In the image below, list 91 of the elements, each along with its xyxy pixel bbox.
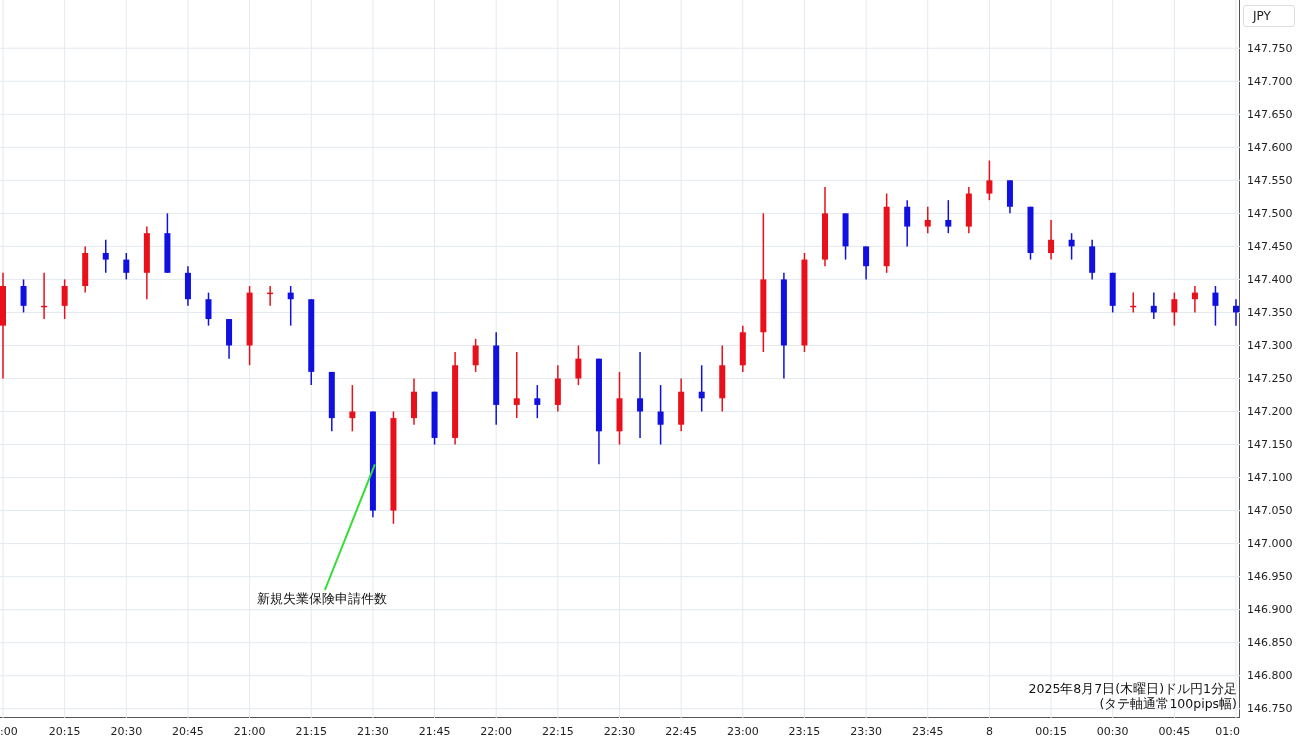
candlestick (1048, 219, 1055, 261)
y-axis-label: 146.950 (1247, 570, 1293, 584)
candlestick (1089, 239, 1096, 281)
candlestick (719, 344, 726, 413)
x-axis-label: 23:00 (726, 725, 759, 738)
candlestick (328, 371, 335, 433)
candlestick (1006, 179, 1013, 215)
candlestick (678, 377, 685, 433)
y-axis-label: 147.150 (1247, 438, 1293, 452)
x-axis-label: 21:15 (295, 725, 328, 738)
x-axis-label: 01:0 (1215, 725, 1240, 738)
candlestick (1233, 298, 1239, 327)
y-axis-label: 147.400 (1247, 272, 1293, 286)
candlestick (739, 324, 746, 373)
candlestick (534, 384, 541, 419)
x-axis-label: 23:45 (911, 725, 944, 738)
y-axis-label: 146.750 (1247, 702, 1293, 716)
y-axis-label: 147.200 (1247, 405, 1293, 418)
candlestick (842, 212, 849, 261)
x-axis-label: :00 (0, 725, 18, 738)
candlestick (82, 245, 89, 294)
candlestick (554, 364, 561, 413)
candlestick (904, 199, 911, 248)
candlestick (61, 278, 68, 320)
candlestick (513, 351, 520, 419)
y-axis-label: 147.250 (1247, 372, 1293, 385)
y-axis-label: 147.500 (1247, 206, 1293, 220)
x-axis-label: 00:30 (1096, 725, 1129, 738)
candlestick (411, 377, 417, 426)
candlestick (226, 318, 233, 360)
candlestick (1191, 285, 1198, 314)
candlestick (267, 285, 274, 307)
candlestick (184, 265, 191, 307)
y-axis-label: 147.750 (1247, 41, 1293, 55)
x-axis-label: 20:30 (110, 725, 143, 738)
candlestick (698, 364, 705, 413)
candlestick (102, 239, 109, 274)
candlestick (1212, 285, 1219, 327)
x-axis-label: 8 (985, 725, 993, 738)
x-axis-label: 21:45 (418, 725, 451, 738)
x-axis-label: 21:00 (233, 725, 266, 738)
x-axis-label: 22:15 (542, 725, 574, 738)
y-axis-label: 147.000 (1247, 537, 1293, 551)
chart-caption: (タテ軸通常100pips幅) (1098, 696, 1237, 711)
candlestick (863, 245, 870, 281)
y-axis-label: 147.450 (1247, 239, 1293, 253)
candlestick (1171, 291, 1178, 327)
candlestick (164, 212, 171, 274)
candlestick (924, 206, 931, 234)
chart-caption: 2025年8月7日(木曜日)ドル円1分足 (1028, 681, 1237, 696)
candlestick (965, 186, 972, 234)
y-axis-label: 147.700 (1247, 74, 1293, 88)
candlestick (205, 291, 212, 327)
x-axis-label: 20:45 (172, 725, 204, 738)
candlestick (1109, 272, 1116, 314)
candlestick (349, 384, 356, 433)
x-axis-label: 00:45 (1158, 725, 1191, 738)
x-axis-label: 20:15 (48, 725, 81, 738)
y-axis-label: 147.050 (1247, 504, 1293, 518)
y-axis-label: 147.350 (1247, 305, 1293, 319)
y-axis-label: 146.850 (1247, 636, 1293, 650)
x-axis-label: 22:00 (480, 725, 513, 738)
y-axis-label: 147.300 (1247, 338, 1293, 352)
y-axis-label: 147.550 (1247, 173, 1293, 187)
candlestick (41, 272, 48, 320)
candlestick (287, 285, 294, 327)
candlestick (20, 278, 27, 314)
currency-button[interactable]: JPY (1243, 5, 1295, 27)
candlestick (1130, 291, 1137, 314)
candlestick (1027, 206, 1034, 261)
candlestick (986, 159, 993, 201)
candlestick (1068, 232, 1075, 261)
y-axis-label: 146.800 (1247, 669, 1293, 683)
y-axis-label: 147.600 (1247, 140, 1293, 154)
candlestick (123, 252, 130, 281)
y-axis-label: 147.650 (1247, 107, 1293, 121)
candlestick (472, 338, 479, 373)
candlestick (575, 344, 582, 386)
x-axis-label: 22:45 (665, 725, 697, 738)
y-axis-label: 146.900 (1247, 603, 1293, 617)
x-axis-label: 00:15 (1035, 725, 1067, 738)
x-axis-label: 23:30 (850, 725, 882, 738)
x-axis-label: 22:30 (603, 725, 636, 738)
candlestick (1150, 291, 1157, 320)
x-axis-label: 21:30 (357, 725, 389, 738)
y-axis-label: 147.100 (1247, 471, 1293, 485)
candlestick (945, 199, 952, 234)
annotation-label: 新規失業保険申請件数 (256, 590, 387, 608)
candlestick (657, 384, 664, 446)
x-axis-label: 23:15 (788, 725, 821, 738)
candlestick (431, 390, 438, 446)
